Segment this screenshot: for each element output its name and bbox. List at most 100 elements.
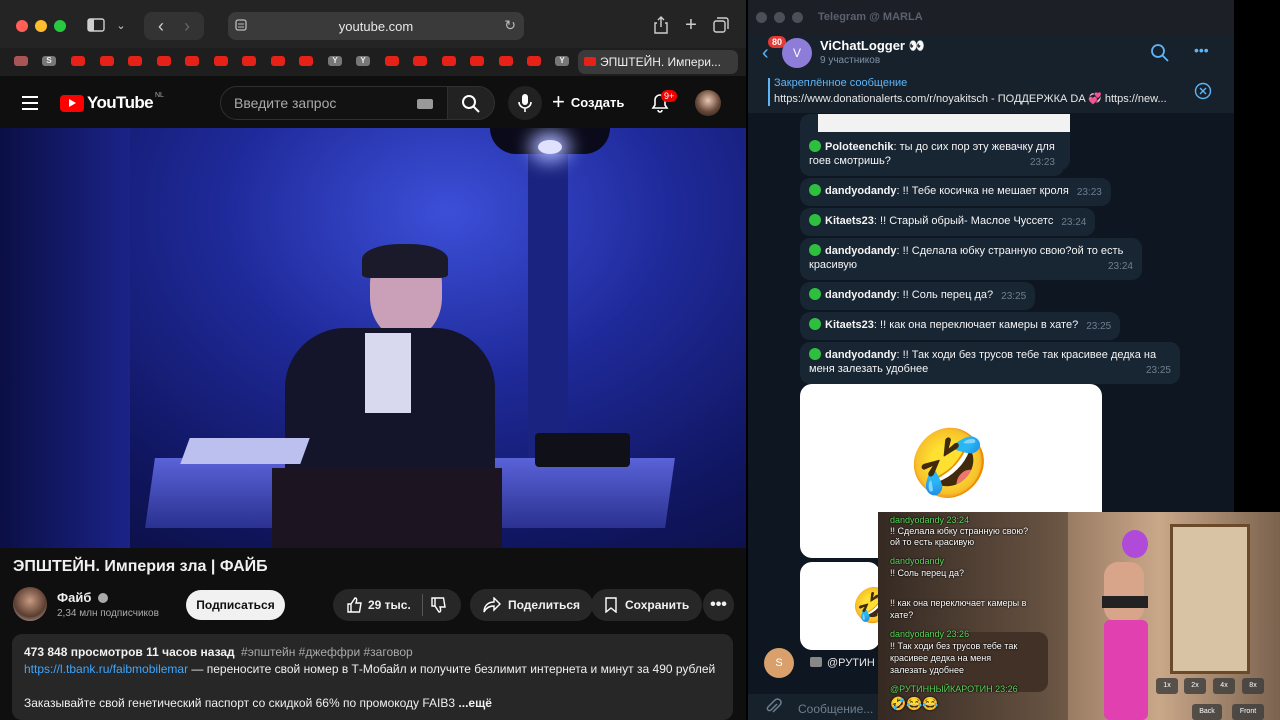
tab-youtube-favicon[interactable] [100, 56, 114, 66]
tab-youtube-favicon[interactable] [271, 56, 285, 66]
tab-youtube-favicon[interactable] [242, 56, 256, 66]
back-chevron-icon[interactable]: ‹ [762, 42, 769, 65]
tab-youtube-favicon[interactable] [214, 56, 228, 66]
message-bubble[interactable]: dandyodandy: !! Сделала юбку странную св… [800, 238, 1142, 280]
tab-favicon-1[interactable] [14, 56, 28, 66]
hamburger-menu-icon[interactable] [22, 96, 38, 110]
tab-favicon-y[interactable]: Y [356, 56, 370, 66]
video-projector [535, 433, 630, 467]
overlay-chat-line: dandyodandy 23:24 [890, 515, 970, 525]
close-pinned-icon[interactable] [1194, 82, 1212, 100]
image-preview[interactable] [818, 114, 1070, 132]
tab-youtube-favicon[interactable] [299, 56, 313, 66]
message-bubble[interactable]: dandyodandy: !! Тебе косичка не мешает к… [800, 178, 1111, 206]
active-tab[interactable]: ЭПШТЕЙН. Импери... [578, 50, 738, 74]
verified-icon [97, 593, 108, 603]
video-person-hair [362, 244, 448, 278]
notifications-button[interactable]: 9+ [650, 90, 678, 115]
video-person-shirt [365, 333, 411, 413]
speed-4x-button[interactable]: 4x [1213, 678, 1235, 694]
last-message-preview[interactable]: @РУТИН [810, 657, 875, 669]
overlay-chat-line: @РУТИННЫЙКАРОТИН 23:26 [890, 684, 1018, 694]
voice-search-button[interactable] [508, 86, 542, 120]
tab-youtube-favicon[interactable] [185, 56, 199, 66]
message-text: : !! Соль перец да? [896, 289, 994, 301]
tab-youtube-favicon[interactable] [128, 56, 142, 66]
chat-header: ‹ 80 V ViChatLogger 👀 9 участников ••• [748, 36, 1234, 72]
tab-favicon-y[interactable]: Y [328, 56, 342, 66]
promo-text: — переносите свой номер в Т-Мобайл и пол… [188, 662, 716, 676]
reload-icon[interactable]: ↻ [504, 17, 516, 34]
search-button[interactable] [447, 86, 495, 120]
paperclip-icon[interactable] [764, 698, 782, 716]
back-chevron-icon[interactable]: ‹ [150, 14, 172, 38]
tab-youtube-favicon[interactable] [470, 56, 484, 66]
tab-favicon-y[interactable]: Y [555, 56, 569, 66]
chat-name[interactable]: ViChatLogger 👀 [820, 38, 925, 54]
tab-youtube-favicon[interactable] [527, 56, 541, 66]
chevron-down-icon[interactable]: ⌄ [114, 16, 128, 34]
search-input[interactable]: Введите запрос [220, 86, 448, 120]
back-camera-button[interactable]: Back [1192, 704, 1222, 720]
promo-link[interactable]: https://l.tbank.ru/faibmobilemar [24, 662, 188, 676]
speed-8x-button[interactable]: 8x [1242, 678, 1264, 694]
like-button[interactable]: 29 тыс. [346, 597, 411, 613]
pinned-message[interactable]: Закреплённое сообщение https://www.donat… [748, 72, 1234, 114]
tab-youtube-favicon[interactable] [71, 56, 85, 66]
message-bubble[interactable]: dandyodandy: !! Соль перец да? 23:25 [800, 282, 1036, 310]
show-more-link[interactable]: ...ещё [455, 696, 491, 710]
channel-name[interactable]: Файб [57, 590, 108, 605]
message-bubble[interactable]: dandyodandy: !! Так ходи без трусов тебе… [800, 342, 1180, 384]
youtube-logo-text: YouTube [87, 93, 154, 112]
more-options-icon[interactable]: ••• [1194, 42, 1209, 58]
message-bubble[interactable]: Kitaets23: !! Старый обрый- Маслое Чуссе… [800, 208, 1096, 236]
front-camera-button[interactable]: Front [1232, 704, 1264, 720]
share-button[interactable]: Поделиться [470, 589, 594, 621]
speed-1x-button[interactable]: 1x [1156, 678, 1178, 694]
message-bubble[interactable]: Poloteenchik: ты до сих пор эту жевачку … [800, 134, 1064, 176]
new-tab-icon[interactable]: + [680, 14, 702, 36]
sender-avatar[interactable]: S [764, 648, 794, 678]
address-bar[interactable]: youtube.com ↻ [228, 12, 524, 40]
share-arrow-icon [483, 597, 501, 613]
create-button[interactable]: + Создать [552, 91, 624, 113]
safari-window: ⌄ ‹ › youtube.com ↻ + S Y Y Y ЭПШТЕЙН. И… [0, 0, 746, 720]
minimize-window-button[interactable] [774, 12, 785, 23]
sticker-message[interactable]: 🤣 [800, 562, 880, 650]
message-bubble[interactable]: Kitaets23: !! как она переключает камеры… [800, 312, 1121, 340]
stream-overlay[interactable]: dandyodandy 23:24 !! Сделала юбку странн… [878, 512, 1280, 720]
like-dislike-group: 29 тыс. [333, 589, 461, 621]
like-divider [421, 594, 423, 616]
keyboard-icon[interactable] [417, 99, 433, 109]
close-window-button[interactable] [16, 20, 28, 32]
avatar[interactable] [695, 90, 721, 116]
tab-favicon-s[interactable]: S [42, 56, 56, 66]
channel-avatar[interactable] [13, 587, 47, 621]
video-description[interactable]: 473 848 просмотров 11 часов назад #эпште… [12, 634, 733, 720]
search-icon[interactable] [1150, 43, 1170, 63]
minimize-window-button[interactable] [35, 20, 47, 32]
tab-overview-icon[interactable] [710, 14, 732, 36]
youtube-logo[interactable]: YouTube NL [60, 92, 164, 113]
subscribe-button[interactable]: Подписаться [186, 590, 285, 620]
tab-youtube-favicon[interactable] [385, 56, 399, 66]
zoom-window-button[interactable] [54, 20, 66, 32]
chat-avatar[interactable]: V [782, 38, 812, 68]
tab-youtube-favicon[interactable] [413, 56, 427, 66]
forward-chevron-icon[interactable]: › [176, 14, 198, 38]
close-window-button[interactable] [756, 12, 767, 23]
share-icon[interactable] [650, 14, 672, 36]
tab-youtube-favicon[interactable] [157, 56, 171, 66]
tab-youtube-favicon[interactable] [499, 56, 513, 66]
more-actions-button[interactable]: ••• [703, 589, 734, 621]
thumbs-down-icon[interactable] [430, 597, 446, 613]
microphone-icon [518, 94, 532, 112]
zoom-window-button[interactable] [792, 12, 803, 23]
sidebar-icon[interactable] [86, 16, 106, 34]
video-player[interactable] [0, 128, 746, 548]
speed-2x-button[interactable]: 2x [1184, 678, 1206, 694]
tab-youtube-favicon[interactable] [442, 56, 456, 66]
save-button[interactable]: Сохранить [591, 589, 703, 621]
page-settings-icon[interactable] [234, 18, 250, 34]
hashtags[interactable]: #эпштейн #джеффри #заговор [241, 645, 413, 659]
